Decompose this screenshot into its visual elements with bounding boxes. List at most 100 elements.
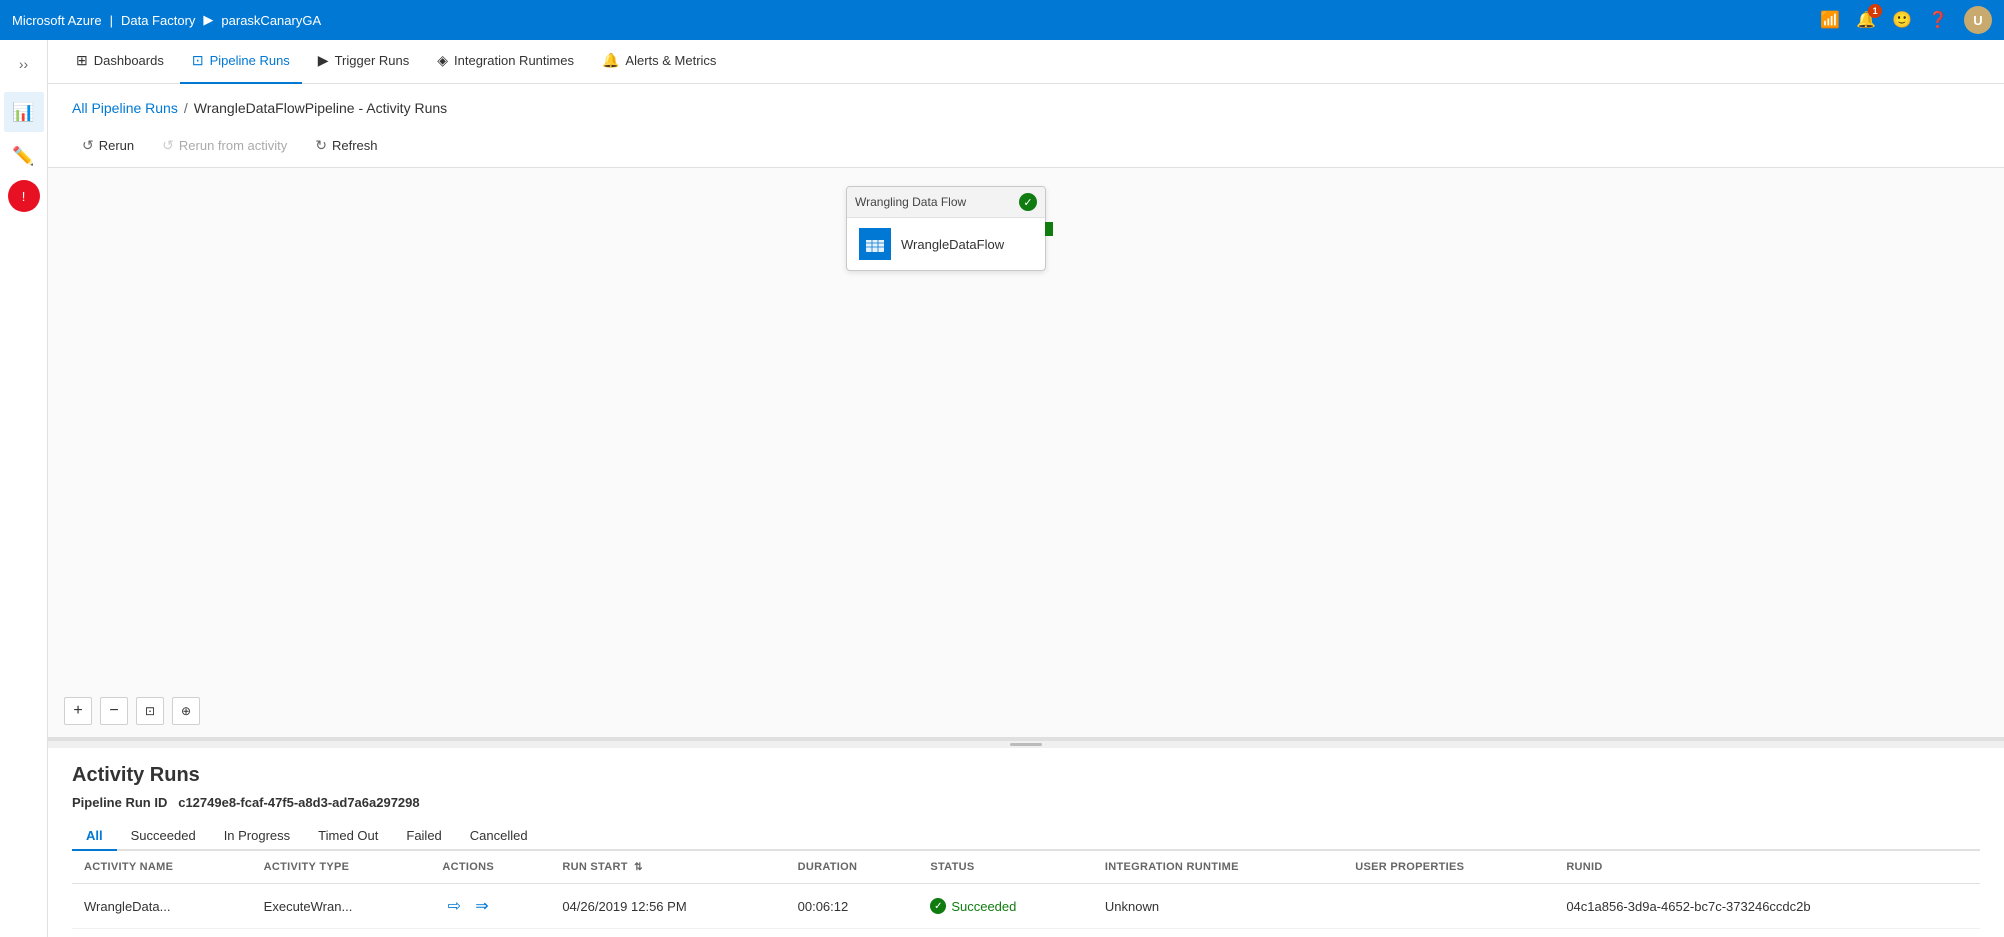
alerts-icon: 🔔 xyxy=(602,52,619,69)
zoom-in-button[interactable]: + xyxy=(64,697,92,725)
cell-runid: 04c1a856-3d9a-4652-bc7c-373246ccdc2b xyxy=(1554,884,1980,929)
col-duration: DURATION xyxy=(786,851,919,884)
app-layout: ›› 📊 ✏️ ! ⊞ Dashboards ⊡ Pipeline Runs ▶… xyxy=(0,40,2004,937)
node-activity-icon xyxy=(859,228,891,260)
tab-pipeline-runs[interactable]: ⊡ Pipeline Runs xyxy=(180,40,302,84)
sidebar-collapse-btn[interactable]: ›› xyxy=(11,48,36,80)
filter-tab-succeeded[interactable]: Succeeded xyxy=(117,822,210,851)
table-header-row: ACTIVITY NAME ACTIVITY TYPE ACTIONS RUN … xyxy=(72,851,1980,884)
col-integration-runtime: INTEGRATION RUNTIME xyxy=(1093,851,1343,884)
pipeline-name: paraskCanaryGA xyxy=(221,13,321,28)
resize-handle[interactable] xyxy=(48,740,2004,748)
trigger-runs-icon: ▶ xyxy=(318,52,329,69)
tab-alerts-label: Alerts & Metrics xyxy=(625,53,716,68)
tab-integration-label: Integration Runtimes xyxy=(454,53,574,68)
filter-tab-cancelled[interactable]: Cancelled xyxy=(456,822,542,851)
col-actions: ACTIONS xyxy=(430,851,550,884)
emoji-icon[interactable]: 🙂 xyxy=(1892,10,1912,30)
tab-dashboards-label: Dashboards xyxy=(94,53,164,68)
rerun-from-activity-button[interactable]: ↺ Rerun from activity xyxy=(152,132,297,159)
sidebar-item-monitor[interactable]: 📊 xyxy=(4,92,44,132)
filter-tab-timed-out[interactable]: Timed Out xyxy=(304,822,392,851)
col-user-properties: USER PROPERTIES xyxy=(1343,851,1554,884)
col-status: STATUS xyxy=(918,851,1093,884)
sidebar-item-edit[interactable]: ✏️ xyxy=(4,136,44,176)
monitor-icon: 📊 xyxy=(12,102,34,123)
nav-tabs: ⊞ Dashboards ⊡ Pipeline Runs ▶ Trigger R… xyxy=(48,40,2004,84)
cell-activity-type: ExecuteWran... xyxy=(252,884,431,929)
pipeline-canvas: Wrangling Data Flow ✓ xyxy=(48,168,2004,740)
tab-dashboards[interactable]: ⊞ Dashboards xyxy=(64,40,176,84)
crosshair-button[interactable]: ⊕ xyxy=(172,697,200,725)
fit-button[interactable]: ⊡ xyxy=(136,697,164,725)
node-header: Wrangling Data Flow ✓ xyxy=(847,187,1045,218)
action-input-icon[interactable]: ⇨ xyxy=(442,894,466,918)
rerun-from-icon: ↺ xyxy=(162,137,174,154)
topbar-right: 📶 🔔 1 🙂 ❓ U xyxy=(1820,6,1992,34)
sidebar-item-alert[interactable]: ! xyxy=(8,180,40,212)
status-badge: ✓ Succeeded xyxy=(930,898,1081,914)
refresh-label: Refresh xyxy=(332,138,378,153)
notification-count: 1 xyxy=(1868,4,1882,18)
activity-table-container: ACTIVITY NAME ACTIVITY TYPE ACTIONS RUN … xyxy=(72,851,1980,929)
breadcrumb-link[interactable]: All Pipeline Runs xyxy=(72,100,178,116)
filter-tab-in-progress[interactable]: In Progress xyxy=(210,822,304,851)
pipeline-run-id: c12749e8-fcaf-47f5-a8d3-ad7a6a297298 xyxy=(178,795,419,810)
tab-integration-runtimes[interactable]: ◈ Integration Runtimes xyxy=(425,40,586,84)
tab-alerts-metrics[interactable]: 🔔 Alerts & Metrics xyxy=(590,40,728,84)
pipeline-run-id-row: Pipeline Run ID c12749e8-fcaf-47f5-a8d3-… xyxy=(72,795,1980,810)
rerun-label: Rerun xyxy=(99,138,134,153)
status-success-icon: ✓ xyxy=(930,898,946,914)
col-run-start[interactable]: RUN START ⇅ xyxy=(550,851,785,884)
node-body: WrangleDataFlow xyxy=(847,218,1045,270)
node-header-label: Wrangling Data Flow xyxy=(855,195,966,209)
rerun-icon: ↺ xyxy=(82,137,94,154)
col-activity-type: ACTIVITY TYPE xyxy=(252,851,431,884)
refresh-icon: ↻ xyxy=(315,137,327,154)
filter-tab-all[interactable]: All xyxy=(72,822,117,851)
breadcrumb: All Pipeline Runs / WrangleDataFlowPipel… xyxy=(48,84,2004,124)
cell-integration-runtime: Unknown xyxy=(1093,884,1343,929)
tab-trigger-runs[interactable]: ▶ Trigger Runs xyxy=(306,40,421,84)
col-activity-name: ACTIVITY NAME xyxy=(72,851,252,884)
integration-icon: ◈ xyxy=(437,52,448,69)
cell-activity-name: WrangleData... xyxy=(72,884,252,929)
wifi-icon[interactable]: 📶 xyxy=(1820,10,1840,30)
col-runid: RUNID xyxy=(1554,851,1980,884)
user-avatar[interactable]: U xyxy=(1964,6,1992,34)
cell-run-start: 04/26/2019 12:56 PM xyxy=(550,884,785,929)
pipeline-runs-icon: ⊡ xyxy=(192,52,204,69)
cell-status: ✓ Succeeded xyxy=(918,884,1093,929)
brand-label: Microsoft Azure xyxy=(12,13,102,28)
tab-pipeline-runs-label: Pipeline Runs xyxy=(210,53,290,68)
breadcrumb-separator: / xyxy=(184,100,188,116)
node-name: WrangleDataFlow xyxy=(901,237,1004,252)
refresh-button[interactable]: ↻ Refresh xyxy=(305,132,387,159)
alert-icon: ! xyxy=(22,189,26,204)
topbar-separator: | xyxy=(110,13,113,28)
factory-label: Data Factory xyxy=(121,13,195,28)
cell-duration: 00:06:12 xyxy=(786,884,919,929)
cell-user-properties xyxy=(1343,884,1554,929)
filter-tabs: All Succeeded In Progress Timed Out Fail… xyxy=(72,822,1980,851)
topbar: Microsoft Azure | Data Factory ▶ paraskC… xyxy=(0,0,2004,40)
help-icon[interactable]: ❓ xyxy=(1928,10,1948,30)
run-start-sort-icon: ⇅ xyxy=(634,862,643,873)
zoom-out-button[interactable]: − xyxy=(100,697,128,725)
edit-icon: ✏️ xyxy=(12,146,34,167)
canvas-controls: + − ⊡ ⊕ xyxy=(64,697,200,725)
rerun-button[interactable]: ↺ Rerun xyxy=(72,132,144,159)
topbar-arrow: ▶ xyxy=(203,12,213,28)
activity-runs-section: Activity Runs Pipeline Run ID c12749e8-f… xyxy=(48,748,2004,937)
main-content: ⊞ Dashboards ⊡ Pipeline Runs ▶ Trigger R… xyxy=(48,40,2004,937)
cell-actions: ⇨ ⇒ xyxy=(430,884,550,929)
pipeline-node[interactable]: Wrangling Data Flow ✓ xyxy=(846,186,1046,271)
tab-trigger-runs-label: Trigger Runs xyxy=(335,53,410,68)
notification-bell[interactable]: 🔔 1 xyxy=(1856,10,1876,30)
sidebar: ›› 📊 ✏️ ! xyxy=(0,40,48,937)
resize-bar xyxy=(1010,743,1042,746)
activity-table: ACTIVITY NAME ACTIVITY TYPE ACTIONS RUN … xyxy=(72,851,1980,929)
action-output-icon[interactable]: ⇒ xyxy=(470,894,494,918)
breadcrumb-current: WrangleDataFlowPipeline - Activity Runs xyxy=(194,100,447,116)
filter-tab-failed[interactable]: Failed xyxy=(392,822,455,851)
